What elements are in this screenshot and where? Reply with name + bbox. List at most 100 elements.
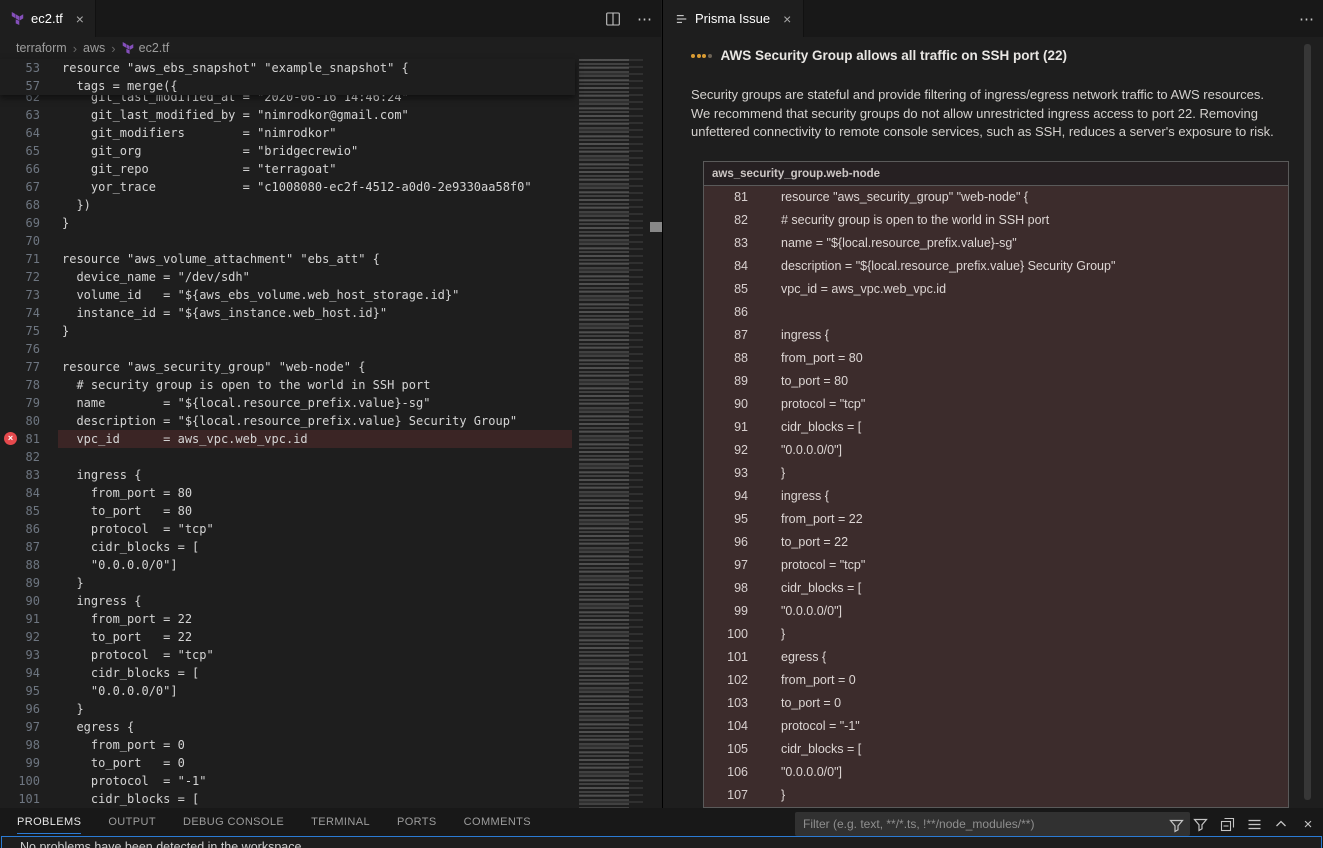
tab-close-icon[interactable]: × bbox=[783, 11, 791, 27]
line-number[interactable]: 72 bbox=[0, 268, 40, 286]
line-text[interactable]: protocol = "-1" bbox=[62, 772, 207, 790]
line-number[interactable]: 79 bbox=[0, 394, 40, 412]
code-line[interactable]: × 99 to_port = 0 bbox=[0, 754, 575, 772]
line-number[interactable]: 64 bbox=[0, 124, 40, 142]
code-line[interactable]: × 90 ingress { bbox=[0, 592, 575, 610]
line-number[interactable]: 87 bbox=[0, 538, 40, 556]
code-line[interactable]: × 100 protocol = "-1" bbox=[0, 772, 575, 790]
line-text[interactable]: # security group is open to the world in… bbox=[62, 376, 430, 394]
close-panel-icon[interactable]: × bbox=[1299, 815, 1317, 833]
line-text[interactable]: cidr_blocks = [ bbox=[62, 538, 199, 556]
line-text[interactable]: vpc_id = aws_vpc.web_vpc.id bbox=[62, 430, 308, 448]
minimap[interactable] bbox=[575, 59, 647, 808]
line-number[interactable]: 92 bbox=[0, 628, 40, 646]
code-line[interactable]: × 93 protocol = "tcp" bbox=[0, 646, 575, 664]
code-line[interactable]: × 89 } bbox=[0, 574, 575, 592]
split-editor-icon[interactable] bbox=[604, 10, 622, 28]
view-as-list-icon[interactable] bbox=[1245, 815, 1263, 833]
code-line[interactable]: × 76 bbox=[0, 340, 575, 358]
code-line[interactable]: × 97 egress { bbox=[0, 718, 575, 736]
code-editor[interactable]: × 62 git_last_modified_at = "2020-06-16 … bbox=[0, 88, 575, 808]
line-text[interactable]: } bbox=[62, 700, 84, 718]
code-line[interactable]: × 92 to_port = 22 bbox=[0, 628, 575, 646]
line-number[interactable]: 91 bbox=[0, 610, 40, 628]
line-number[interactable]: 68 bbox=[0, 196, 40, 214]
panel-tab[interactable]: OUTPUT bbox=[108, 808, 156, 836]
code-line[interactable]: × 81 vpc_id = aws_vpc.web_vpc.id bbox=[0, 430, 575, 448]
line-text[interactable]: cidr_blocks = [ bbox=[62, 664, 199, 682]
code-line[interactable]: × 88 "0.0.0.0/0"] bbox=[0, 556, 575, 574]
breadcrumb-item-aws[interactable]: aws bbox=[83, 41, 105, 55]
line-number[interactable]: 101 bbox=[0, 790, 40, 808]
line-text[interactable]: volume_id = "${aws_ebs_volume.web_host_s… bbox=[62, 286, 459, 304]
line-text[interactable]: yor_trace = "c1008080-ec2f-4512-a0d0-2e9… bbox=[62, 178, 532, 196]
line-number[interactable]: 63 bbox=[0, 106, 40, 124]
code-line[interactable]: × 66 git_repo = "terragoat" bbox=[0, 160, 575, 178]
panel-tab[interactable]: COMMENTS bbox=[464, 808, 531, 836]
code-line[interactable]: × 75 } bbox=[0, 322, 575, 340]
code-line[interactable]: × 84 from_port = 80 bbox=[0, 484, 575, 502]
line-number[interactable]: 94 bbox=[0, 664, 40, 682]
line-text[interactable]: } bbox=[62, 322, 69, 340]
panel-tab[interactable]: TERMINAL bbox=[311, 808, 370, 836]
tab-close-icon[interactable]: × bbox=[76, 11, 84, 27]
code-line[interactable]: × 85 to_port = 80 bbox=[0, 502, 575, 520]
line-number[interactable]: 93 bbox=[0, 646, 40, 664]
more-actions-icon[interactable]: ⋯ bbox=[637, 10, 653, 28]
code-line[interactable]: × 73 volume_id = "${aws_ebs_volume.web_h… bbox=[0, 286, 575, 304]
code-line[interactable]: × 101 cidr_blocks = [ bbox=[0, 790, 575, 808]
code-line[interactable]: × 77 resource "aws_security_group" "web-… bbox=[0, 358, 575, 376]
collapse-all-icon[interactable] bbox=[1218, 815, 1236, 833]
line-number[interactable]: 82 bbox=[0, 448, 40, 466]
more-actions-icon[interactable]: ⋯ bbox=[1299, 10, 1315, 28]
line-text[interactable]: instance_id = "${aws_instance.web_host.i… bbox=[62, 304, 387, 322]
line-number[interactable]: 84 bbox=[0, 484, 40, 502]
panel-tab[interactable]: PORTS bbox=[397, 808, 437, 836]
code-line[interactable]: × 82 bbox=[0, 448, 575, 466]
line-text[interactable]: name = "${local.resource_prefix.value}-s… bbox=[62, 394, 430, 412]
sticky-line[interactable]: 57 tags = merge({ bbox=[0, 77, 575, 95]
line-text[interactable]: "0.0.0.0/0"] bbox=[62, 556, 178, 574]
code-line[interactable]: × 70 bbox=[0, 232, 575, 250]
line-text[interactable]: ingress { bbox=[62, 466, 141, 484]
line-number[interactable]: 98 bbox=[0, 736, 40, 754]
line-text[interactable]: git_org = "bridgecrewio" bbox=[62, 142, 358, 160]
code-line[interactable]: × 98 from_port = 0 bbox=[0, 736, 575, 754]
line-number[interactable]: 85 bbox=[0, 502, 40, 520]
code-line[interactable]: × 69 } bbox=[0, 214, 575, 232]
line-text[interactable]: protocol = "tcp" bbox=[62, 520, 214, 538]
line-number[interactable]: 66 bbox=[0, 160, 40, 178]
code-line[interactable]: × 68 }) bbox=[0, 196, 575, 214]
line-text[interactable]: to_port = 0 bbox=[62, 754, 185, 772]
line-text[interactable]: to_port = 80 bbox=[62, 502, 192, 520]
panel-tab[interactable]: PROBLEMS bbox=[17, 808, 81, 836]
code-line[interactable]: × 71 resource "aws_volume_attachment" "e… bbox=[0, 250, 575, 268]
code-line[interactable]: × 64 git_modifiers = "nimrodkor" bbox=[0, 124, 575, 142]
line-number[interactable]: 76 bbox=[0, 340, 40, 358]
line-text[interactable]: from_port = 22 bbox=[62, 610, 192, 628]
line-number[interactable]: 71 bbox=[0, 250, 40, 268]
line-text[interactable]: git_modifiers = "nimrodkor" bbox=[62, 124, 337, 142]
code-line[interactable]: × 86 protocol = "tcp" bbox=[0, 520, 575, 538]
line-number[interactable]: 77 bbox=[0, 358, 40, 376]
line-number[interactable]: 80 bbox=[0, 412, 40, 430]
line-text[interactable]: cidr_blocks = [ bbox=[62, 790, 199, 808]
line-number[interactable]: 67 bbox=[0, 178, 40, 196]
code-line[interactable]: × 63 git_last_modified_by = "nimrodkor@g… bbox=[0, 106, 575, 124]
line-text[interactable]: git_last_modified_by = "nimrodkor@gmail.… bbox=[62, 106, 409, 124]
code-line[interactable]: × 87 cidr_blocks = [ bbox=[0, 538, 575, 556]
line-number[interactable]: 74 bbox=[0, 304, 40, 322]
line-number[interactable]: 86 bbox=[0, 520, 40, 538]
line-text[interactable]: to_port = 22 bbox=[62, 628, 192, 646]
breadcrumb-item-file[interactable]: ec2.tf bbox=[122, 41, 170, 55]
code-line[interactable]: × 67 yor_trace = "c1008080-ec2f-4512-a0d… bbox=[0, 178, 575, 196]
line-number[interactable]: 97 bbox=[0, 718, 40, 736]
line-number[interactable]: 70 bbox=[0, 232, 40, 250]
line-number[interactable]: 90 bbox=[0, 592, 40, 610]
code-line[interactable]: × 95 "0.0.0.0/0"] bbox=[0, 682, 575, 700]
line-text[interactable]: device_name = "/dev/sdh" bbox=[62, 268, 250, 286]
line-text[interactable]: ingress { bbox=[62, 592, 141, 610]
code-line[interactable]: × 94 cidr_blocks = [ bbox=[0, 664, 575, 682]
line-number[interactable]: 99 bbox=[0, 754, 40, 772]
code-line[interactable]: × 65 git_org = "bridgecrewio" bbox=[0, 142, 575, 160]
